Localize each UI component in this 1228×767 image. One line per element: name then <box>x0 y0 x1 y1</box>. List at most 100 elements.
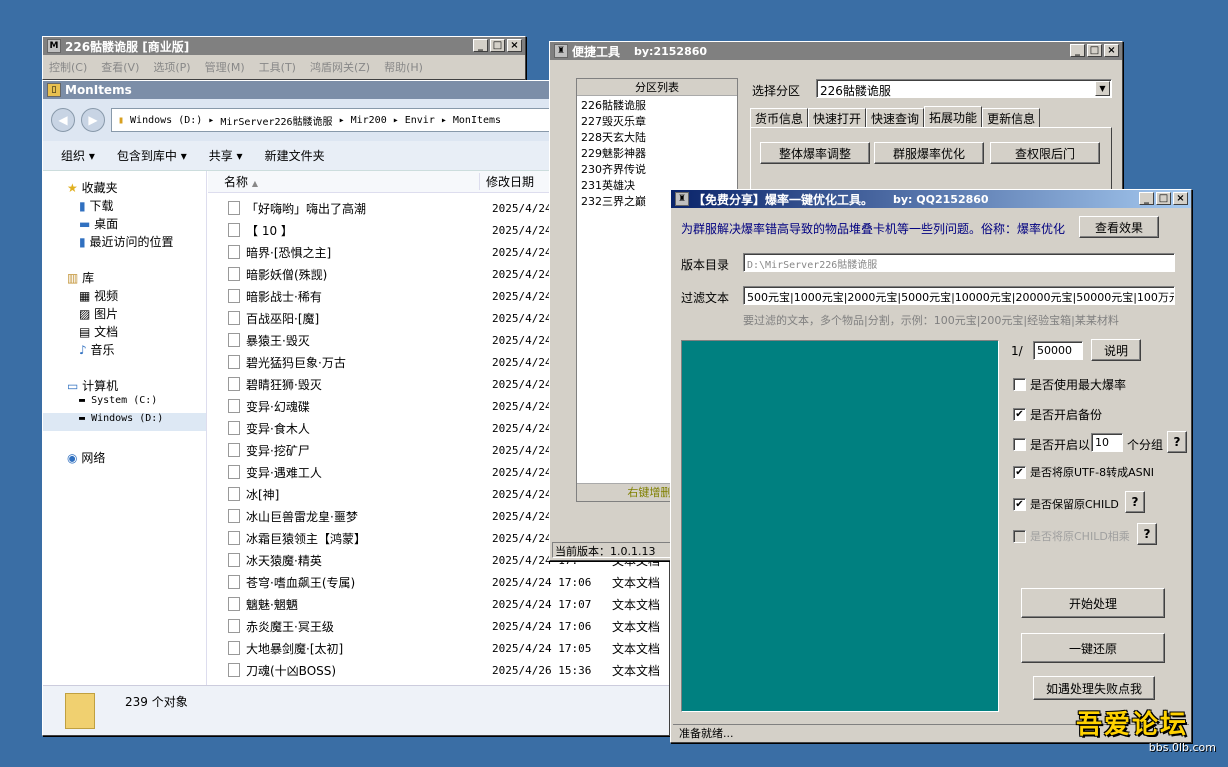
organize-button[interactable]: 组织 ▾ <box>61 147 95 164</box>
minimize-button[interactable]: _ <box>1070 44 1085 57</box>
crumb-envir[interactable]: Envir <box>405 115 435 126</box>
maximize-button[interactable]: □ <box>1156 192 1171 205</box>
nav-music[interactable]: ♪ 音乐 <box>43 341 206 359</box>
file-name: 冰天猿魔·精英 <box>246 553 322 568</box>
crumb-mir200[interactable]: Mir200 <box>351 115 387 126</box>
col-name[interactable]: 名称 ▲ <box>208 173 480 190</box>
file-row[interactable]: 赤炎魔王·冥王级 2025/4/24 17:06 文本文档 <box>208 615 669 637</box>
checkbox-box: ✔ <box>1013 408 1026 421</box>
nav-desktop[interactable]: ▬ 桌面 <box>43 215 206 233</box>
nav-drive-c[interactable]: ▬ System (C:) <box>43 395 206 413</box>
ratio-field[interactable]: 50000 <box>1033 341 1083 360</box>
computer-icon: ▭ <box>67 379 79 393</box>
folder-icon: ▮ <box>118 114 125 126</box>
keep-child-help-button[interactable]: ? <box>1125 491 1145 513</box>
multiply-child-help-button[interactable]: ? <box>1137 523 1157 545</box>
text-file-icon <box>228 641 240 655</box>
failure-help-button[interactable]: 如遇处理失败点我 <box>1033 676 1155 700</box>
back-button[interactable]: ◀ <box>51 108 75 132</box>
maximize-button[interactable]: □ <box>1087 44 1102 57</box>
group-rate-button[interactable]: 群服爆率优化 <box>874 142 984 164</box>
menu-options[interactable]: 选项(P) <box>153 59 190 75</box>
include-library-button[interactable]: 包含到库中 ▾ <box>117 147 187 164</box>
menu-control[interactable]: 控制(C) <box>49 59 87 75</box>
close-button[interactable]: × <box>1173 192 1188 205</box>
menu-view[interactable]: 查看(V) <box>101 59 139 75</box>
minimize-button[interactable]: _ <box>1139 192 1154 205</box>
maximize-button[interactable]: □ <box>490 39 505 52</box>
nav-library[interactable]: ▥ 库 <box>43 269 206 287</box>
chevron-down-icon[interactable]: ▼ <box>1095 81 1110 96</box>
zone-item[interactable]: 226骷髅诡服 <box>581 98 733 114</box>
music-icon: ♪ <box>79 343 87 357</box>
file-name: 暗影妖僧(殊觊) <box>246 267 328 282</box>
nav-favorites[interactable]: ★ 收藏夹 <box>43 179 206 197</box>
forum-url: bbs.0lb.com <box>1148 741 1216 754</box>
group-count-field[interactable]: 10 <box>1091 433 1123 452</box>
menu-manage[interactable]: 管理(M) <box>205 59 245 75</box>
nav-drive-d[interactable]: ▬ Windows (D:) <box>43 413 206 431</box>
explain-button[interactable]: 说明 <box>1091 339 1141 361</box>
server-titlebar[interactable]: M 226骷髅诡服 [商业版] _ □ × <box>43 37 525 55</box>
crumb-drive[interactable]: Windows (D:) <box>130 115 202 126</box>
file-name: 变异·幻魂碟 <box>246 399 310 414</box>
file-row[interactable]: 魑魅·魍魉 2025/4/24 17:07 文本文档 <box>208 593 669 615</box>
crumb-server[interactable]: MirServer226骷髅诡服 <box>220 113 332 128</box>
optimizer-description: 为群服解决爆率错高导致的物品堆叠卡机等一些列问题。俗称：爆率优化 <box>681 222 1066 236</box>
file-row[interactable]: 刀魂(十凶BOSS) 2025/4/26 15:36 文本文档 <box>208 659 669 681</box>
col-date[interactable]: 修改日期 <box>480 173 534 190</box>
filter-text-field[interactable]: 500元宝|1000元宝|2000元宝|5000元宝|10000元宝|20000… <box>743 286 1175 305</box>
group-checkbox[interactable]: 是否开启以 <box>1013 436 1090 453</box>
keep-child-checkbox[interactable]: ✔ 是否保留原CHILD <box>1013 496 1119 512</box>
text-file-icon <box>228 421 240 435</box>
zone-item[interactable]: 227毁灭乐章 <box>581 114 733 130</box>
video-icon: ▦ <box>79 289 91 303</box>
check-backdoor-button[interactable]: 查权限后门 <box>990 142 1100 164</box>
nav-videos[interactable]: ▦ 视频 <box>43 287 206 305</box>
nav-downloads[interactable]: ▮ 下载 <box>43 197 206 215</box>
optimizer-titlebar[interactable]: ♜ 【免费分享】爆率一键优化工具。 by: QQ2152860 _ □ × <box>671 190 1191 208</box>
group-help-button[interactable]: ? <box>1167 431 1187 453</box>
file-row[interactable]: 大地暴剑魔·[太初] 2025/4/24 17:05 文本文档 <box>208 637 669 659</box>
zone-item[interactable]: 230齐界传说 <box>581 162 733 178</box>
forward-button[interactable]: ▶ <box>81 108 105 132</box>
overall-rate-button[interactable]: 整体爆率调整 <box>760 142 870 164</box>
tab-currency[interactable]: 货币信息 <box>750 108 809 128</box>
optimizer-by: by: QQ2152860 <box>893 192 989 206</box>
tab-extensions[interactable]: 拓展功能 <box>924 106 983 128</box>
zone-item[interactable]: 229魅影神器 <box>581 146 733 162</box>
menu-tools[interactable]: 工具(T) <box>259 59 296 75</box>
start-process-button[interactable]: 开始处理 <box>1021 588 1165 618</box>
file-row[interactable]: 苍穹·嗜血飙王(专属) 2025/4/24 17:06 文本文档 <box>208 571 669 593</box>
nav-documents[interactable]: ▤ 文档 <box>43 323 206 341</box>
tab-updates[interactable]: 更新信息 <box>982 108 1041 128</box>
version-dir-field[interactable]: D:\MirServer226骷髅诡服 <box>743 253 1175 272</box>
nav-network[interactable]: ◉ 网络 <box>43 449 206 467</box>
share-button[interactable]: 共享 ▾ <box>209 147 243 164</box>
zone-item[interactable]: 228天玄大陆 <box>581 130 733 146</box>
tab-quick-query[interactable]: 快速查询 <box>866 108 925 128</box>
log-area[interactable] <box>681 340 999 712</box>
zone-select[interactable]: 226骷髅诡服 ▼ <box>816 79 1112 98</box>
close-button[interactable]: × <box>1104 44 1119 57</box>
max-rate-checkbox[interactable]: 是否使用最大爆率 <box>1013 376 1126 393</box>
file-date: 2025/4/26 15:36 <box>492 663 592 677</box>
menu-gateway[interactable]: 鸿盾网关(Z) <box>310 59 370 75</box>
restore-button[interactable]: 一键还原 <box>1021 633 1165 663</box>
nav-recent[interactable]: ▮ 最近访问的位置 <box>43 233 206 251</box>
tab-quick-open[interactable]: 快速打开 <box>808 108 867 128</box>
close-button[interactable]: × <box>507 39 522 52</box>
view-effect-button[interactable]: 查看效果 <box>1079 216 1159 238</box>
utf8-checkbox[interactable]: ✔ 是否将原UTF-8转成ASNI <box>1013 464 1154 480</box>
zone-list-header: 分区列表 <box>577 79 737 96</box>
app-icon: M <box>47 39 61 53</box>
file-name: 暗影战士·稀有 <box>246 289 322 304</box>
quick-titlebar[interactable]: ♜ 便捷工具 by:2152860 _ □ × <box>550 42 1122 60</box>
crumb-monitems[interactable]: MonItems <box>453 115 501 126</box>
nav-computer[interactable]: ▭ 计算机 <box>43 377 206 395</box>
new-folder-button[interactable]: 新建文件夹 <box>265 147 325 164</box>
minimize-button[interactable]: _ <box>473 39 488 52</box>
menu-help[interactable]: 帮助(H) <box>384 59 423 75</box>
nav-pictures[interactable]: ▨ 图片 <box>43 305 206 323</box>
backup-checkbox[interactable]: ✔ 是否开启备份 <box>1013 406 1102 423</box>
